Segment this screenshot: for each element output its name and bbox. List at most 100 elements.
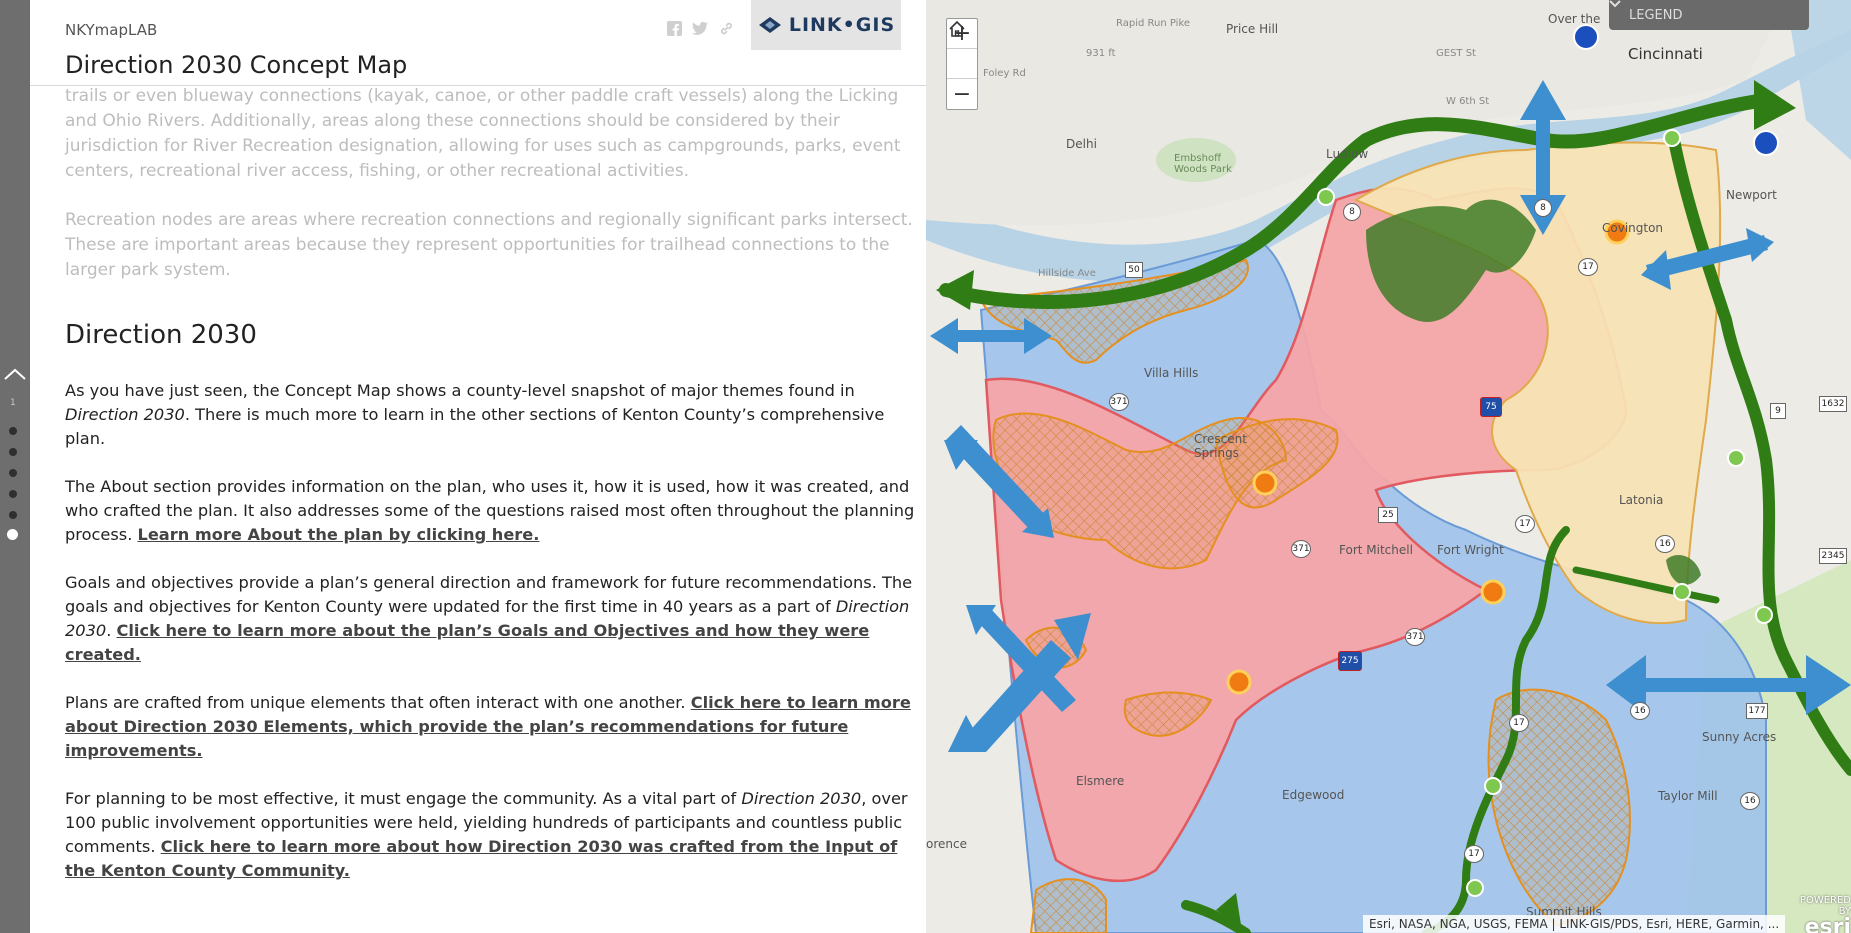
map-label-newport: Newport (1726, 188, 1777, 202)
recreation-node-icon (1466, 879, 1484, 897)
activity-node-icon (1226, 669, 1252, 695)
nav-index-label: 1 (10, 398, 16, 408)
map-label-ludlow: Ludlow (1326, 147, 1369, 161)
map-label-price-hill: Price Hill (1226, 22, 1279, 36)
route-shield: 371 (1405, 628, 1425, 646)
map-label-elsmere: Elsmere (1076, 774, 1125, 788)
map-label-delhi: Delhi (1066, 137, 1097, 151)
brand-name[interactable]: NKYmapLAB (65, 21, 157, 39)
logo-text: LINK•GIS (788, 14, 896, 36)
paragraph-about: The About section provides information o… (65, 475, 926, 547)
nav-dot[interactable] (9, 448, 17, 456)
zoom-controls: + − (946, 18, 978, 110)
paragraph-intro: As you have just seen, the Concept Map s… (65, 379, 926, 451)
map-attribution: Esri, NASA, NGA, USGS, FEMA | LINK-GIS/P… (1363, 915, 1786, 933)
paragraph-goals: Goals and objectives provide a plan’s ge… (65, 571, 926, 667)
nav-dot[interactable] (9, 511, 17, 519)
route-shield: 2345 (1819, 548, 1847, 564)
regional-node-icon (1573, 24, 1599, 50)
text: . (106, 621, 117, 640)
route-shield: 371 (1109, 393, 1129, 411)
map-label-sunny-acres: Sunny Acres (1702, 730, 1777, 744)
hatched-area (1029, 878, 1107, 933)
text: As you have just seen, the Concept Map s… (65, 381, 855, 400)
route-shield: 371 (1291, 540, 1311, 558)
esri-logo[interactable]: POWERED BY esri (1788, 895, 1851, 933)
map-label-taylor-mill: Taylor Mill (1658, 789, 1718, 803)
route-shield: 17 (1515, 515, 1535, 533)
paragraph-community: For planning to be most effective, it mu… (65, 787, 926, 883)
map-label-gest-st: GEST St (1436, 48, 1476, 59)
route-shield: 16 (1630, 702, 1650, 720)
facebook-icon[interactable] (666, 20, 682, 36)
legend-label: LEGEND (1629, 7, 1683, 23)
link-icon[interactable] (718, 20, 734, 36)
story-content: trails or even blueway connections (kaya… (65, 84, 926, 907)
connection-arrow (1626, 678, 1806, 692)
story-nav-rail: 1 (0, 0, 30, 933)
recreation-node-icon (1484, 777, 1502, 795)
route-shield: 25 (1378, 507, 1398, 523)
concept-map[interactable]: Price Hill Cincinnati Over the Delhi Emb… (926, 0, 1851, 933)
route-shield: 17 (1509, 714, 1529, 732)
nav-dot[interactable] (9, 490, 17, 498)
paragraph-elements: Plans are crafted from unique elements t… (65, 691, 926, 763)
recreation-node-icon (1663, 129, 1681, 147)
route-shield: 17 (1464, 845, 1484, 863)
chevron-up-icon[interactable] (2, 364, 28, 384)
map-label-fort-mitchell: Fort Mitchell (1339, 543, 1413, 557)
community-input-link[interactable]: Click here to learn more about how Direc… (65, 837, 897, 880)
nav-dot-active[interactable] (7, 529, 18, 540)
faded-paragraph: trails or even blueway connections (kaya… (65, 86, 901, 181)
link-gis-logo[interactable]: LINK•GIS (751, 0, 901, 50)
about-link[interactable]: Learn more About the plan by clicking he… (138, 525, 540, 544)
route-shield: 16 (1655, 535, 1675, 553)
story-header: NKYmapLAB Direction 2030 Concept Map LIN… (30, 0, 926, 86)
activity-node-icon (1252, 470, 1278, 496)
text: For planning to be most effective, it mu… (65, 789, 742, 808)
map-label-rapid-run: Rapid Run Pike (1116, 18, 1191, 29)
nav-dot[interactable] (9, 427, 17, 435)
route-shield: 50 (1125, 262, 1143, 278)
faded-paragraph: Recreation nodes are areas where recreat… (65, 210, 913, 280)
route-shield: 1632 (1819, 396, 1847, 412)
zoom-out-button[interactable]: − (947, 79, 977, 109)
recreation-node-icon (1317, 188, 1335, 206)
interstate-shield: 75 (1480, 397, 1502, 417)
esri-powered-label: POWERED BY (1799, 895, 1851, 917)
text-emphasis: Direction 2030 (65, 405, 185, 424)
map-label-over-the-rhine: Over the (1548, 12, 1601, 26)
home-button[interactable] (947, 20, 977, 79)
connection-arrow (946, 330, 1036, 342)
map-label-elevation: 931 ft (1086, 48, 1116, 59)
text: . There is much more to learn in the oth… (65, 405, 885, 448)
map-label-fort-wright: Fort Wright (1437, 543, 1504, 557)
story-panel: NKYmapLAB Direction 2030 Concept Map LIN… (30, 0, 926, 933)
route-shield: 17 (1578, 258, 1598, 276)
interstate-shield: 275 (1338, 651, 1362, 671)
map-label-w6th-st: W 6th St (1446, 96, 1490, 107)
map-label-covington: Covington (1602, 221, 1664, 235)
nav-dot[interactable] (9, 469, 17, 477)
twitter-icon[interactable] (692, 20, 708, 36)
map-label-embshoff-park: Embshoff Woods Park (1174, 153, 1232, 175)
app-window: 1 NKYmapLAB Direction 2030 Concept Map L… (0, 0, 1851, 933)
share-bar (666, 20, 734, 36)
route-shield: 177 (1746, 703, 1768, 719)
text: Goals and objectives provide a plan’s ge… (65, 573, 913, 616)
link-gis-logo-mark-icon (758, 17, 781, 33)
recreation-node-icon (1673, 583, 1691, 601)
route-shield: 9 (1770, 403, 1786, 419)
goals-link[interactable]: Click here to learn more about the plan’… (65, 621, 869, 664)
section-heading: Direction 2030 (65, 320, 257, 350)
route-shield: 16 (1740, 792, 1760, 810)
regional-node-icon (1753, 130, 1779, 156)
map-label-villa-hills: Villa Hills (1144, 366, 1199, 380)
map-label-hillside-ave: Hillside Ave (1038, 268, 1096, 279)
map-label-florence: orence (926, 837, 967, 851)
map-label-foley-rd: Foley Rd (983, 68, 1026, 79)
text: Plans are crafted from unique elements t… (65, 693, 691, 712)
route-shield: 8 (1534, 199, 1552, 217)
legend-toggle[interactable]: LEGEND (1609, 0, 1809, 30)
recreation-node-icon (1755, 606, 1773, 624)
